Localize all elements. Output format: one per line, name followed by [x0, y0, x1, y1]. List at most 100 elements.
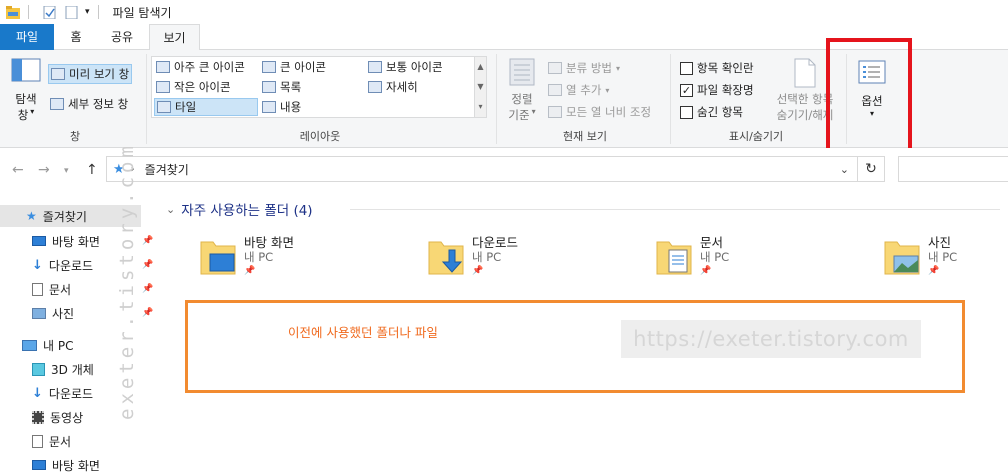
chevron-down-icon: ▾: [605, 85, 610, 95]
file-extensions-checkbox[interactable]: ✓: [680, 83, 693, 97]
file-extensions-label: 파일 확장명: [697, 83, 754, 97]
layout-list[interactable]: 목록: [262, 79, 301, 95]
preview-pane-button[interactable]: 미리 보기 창: [48, 64, 133, 84]
folder-pictures-icon: [884, 241, 920, 275]
fit-columns-icon: [548, 106, 562, 118]
properties-icon[interactable]: [43, 5, 57, 19]
expand-gallery-icon[interactable]: ▾: [475, 97, 486, 117]
cube-icon: [32, 362, 45, 376]
item-checkboxes-checkbox[interactable]: [680, 61, 693, 75]
hidden-items-checkbox[interactable]: [680, 105, 693, 119]
nav-item-desktop[interactable]: 바탕 화면: [32, 230, 100, 252]
folder-documents-icon: [656, 241, 692, 275]
nav-item-label: 바탕 화면: [52, 458, 100, 473]
recent-locations-icon[interactable]: ▾: [64, 166, 69, 176]
folder-icon: [6, 5, 20, 19]
breadcrumb[interactable]: 즐겨찾기: [145, 161, 189, 178]
details-pane-icon: [50, 98, 64, 110]
nav-item-this-pc[interactable]: 내 PC: [22, 334, 73, 356]
up-arrow-icon[interactable]: ↑: [86, 162, 98, 178]
folder-tile-pictures[interactable]: 사진 내 PC 📌: [884, 232, 1008, 282]
nav-item-label: 3D 개체: [51, 362, 94, 377]
pin-icon: 📌: [142, 308, 154, 318]
tab-home[interactable]: 홈: [56, 24, 96, 50]
address-bar[interactable]: ★ › 즐겨찾기 ⌄: [106, 156, 858, 182]
group-by-icon: [548, 62, 562, 74]
scroll-up-icon[interactable]: ▲: [475, 57, 486, 77]
tab-view[interactable]: 보기: [149, 24, 200, 51]
forward-arrow-icon[interactable]: →: [38, 162, 50, 178]
watermark-vertical-text: exeter.tistory.com: [116, 142, 138, 420]
details-pane-button[interactable]: 세부 정보 창: [50, 96, 128, 112]
search-input[interactable]: [898, 156, 1008, 182]
pin-icon: 📌: [700, 266, 712, 276]
folder-location: 내 PC: [700, 250, 730, 264]
list-icon: [262, 81, 276, 93]
pin-icon: 📌: [472, 266, 484, 276]
navigation-pane-icon: [11, 58, 41, 82]
download-icon: ↓: [32, 385, 43, 401]
sort-by-button[interactable]: 정렬 기준 ▾: [504, 58, 540, 123]
layout-item-label: 작은 아이콘: [174, 80, 231, 94]
frequent-folders-header[interactable]: ⌄ 자주 사용하는 폴더 (4): [166, 200, 313, 220]
folder-location: 내 PC: [928, 250, 958, 264]
collapse-chevron-icon[interactable]: ⌄: [166, 203, 175, 216]
layout-item-label: 아주 큰 아이콘: [174, 60, 245, 74]
group-label-current-view: 현재 보기: [563, 130, 607, 143]
sort-by-label: 정렬: [511, 92, 533, 106]
tab-file[interactable]: 파일: [0, 24, 54, 50]
pin-icon: 📌: [244, 266, 256, 276]
back-arrow-icon[interactable]: ←: [12, 162, 24, 178]
tiles-icon: [157, 101, 171, 113]
item-checkboxes-toggle[interactable]: 항목 확인란: [680, 60, 754, 76]
navigation-pane-button[interactable]: 탐색 창 ▾: [8, 58, 44, 124]
folder-tile-desktop[interactable]: 바탕 화면 내 PC 📌: [200, 232, 400, 282]
group-label-pane: 창: [69, 130, 81, 143]
add-column-button[interactable]: 열 추가 ▾: [548, 82, 609, 98]
nav-item-pictures[interactable]: 사진: [32, 302, 74, 324]
layout-content[interactable]: 내용: [262, 99, 301, 115]
chevron-down-icon: ▾: [30, 107, 35, 116]
new-folder-icon[interactable]: [65, 5, 79, 19]
fit-columns-button[interactable]: 모든 열 너비 조정: [548, 104, 651, 120]
preview-pane-icon: [51, 68, 65, 80]
large-icons-icon: [262, 61, 276, 73]
refresh-icon[interactable]: ↻: [857, 156, 885, 182]
layout-details[interactable]: 자세히: [368, 79, 418, 95]
nav-item-label: 바탕 화면: [52, 234, 100, 249]
layout-tiles[interactable]: 타일: [154, 98, 258, 116]
nav-item-documents-pc[interactable]: 문서: [32, 430, 71, 452]
nav-item-label: 문서: [49, 282, 72, 297]
layout-medium-icons[interactable]: 보통 아이콘: [368, 59, 443, 75]
pin-icon: 📌: [928, 266, 940, 276]
layout-gallery-scrollbar[interactable]: ▲ ▼ ▾: [474, 57, 486, 117]
folder-tile-documents[interactable]: 문서 내 PC 📌: [656, 232, 856, 282]
medium-icons-icon: [368, 61, 382, 73]
address-row: ← → ▾ ↑ ★ › 즐겨찾기 ⌄ ↻: [0, 148, 1008, 190]
layout-extra-large-icons[interactable]: 아주 큰 아이콘: [156, 59, 245, 75]
file-extensions-toggle[interactable]: ✓ 파일 확장명: [680, 82, 754, 98]
layout-large-icons[interactable]: 큰 아이콘: [262, 59, 326, 75]
folder-tile-downloads[interactable]: 다운로드 내 PC 📌: [428, 232, 628, 282]
address-dropdown-icon[interactable]: ⌄: [840, 163, 849, 176]
nav-item-desktop-pc[interactable]: 바탕 화면: [32, 454, 100, 473]
title-bar: ▾ 파일 탐색기: [0, 0, 1008, 24]
quick-access-dropdown-icon[interactable]: ▾: [85, 7, 90, 17]
hidden-items-toggle[interactable]: 숨긴 항목: [680, 104, 743, 120]
title-separator: [97, 5, 99, 19]
scroll-down-icon[interactable]: ▼: [475, 77, 486, 97]
watermark-vertical: exeter.tistory.com: [116, 142, 138, 420]
folder-location: 내 PC: [472, 250, 502, 264]
nav-item-downloads[interactable]: ↓ 다운로드: [32, 254, 93, 276]
nav-item-downloads-pc[interactable]: ↓ 다운로드: [32, 382, 93, 404]
layout-small-icons[interactable]: 작은 아이콘: [156, 79, 231, 95]
nav-item-3d-objects[interactable]: 3D 개체: [32, 358, 94, 380]
group-by-button[interactable]: 분류 방법 ▾: [548, 60, 620, 76]
download-icon: ↓: [32, 257, 43, 273]
details-icon: [368, 81, 382, 93]
nav-item-label: 문서: [49, 434, 72, 449]
nav-item-documents[interactable]: 문서: [32, 278, 71, 300]
layout-item-label: 보통 아이콘: [386, 60, 443, 74]
nav-item-videos[interactable]: 동영상: [32, 406, 83, 428]
tab-share[interactable]: 공유: [98, 24, 146, 50]
